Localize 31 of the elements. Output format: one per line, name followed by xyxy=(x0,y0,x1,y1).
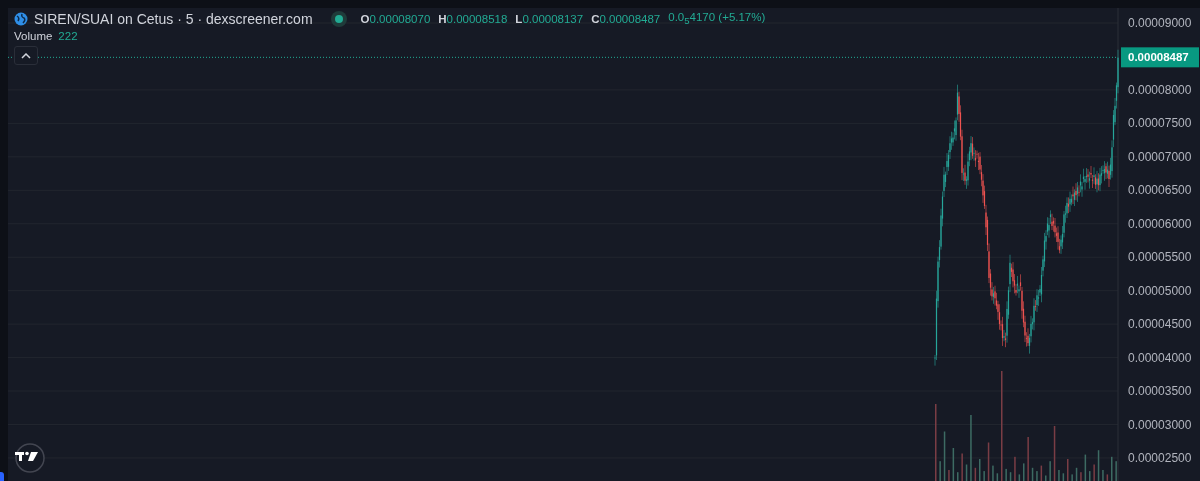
price-axis-label: 0.00007000 xyxy=(1128,149,1192,164)
volume-label: Volume xyxy=(14,30,53,42)
ohlc-key: O xyxy=(360,13,370,25)
price-axis-label: 0.00005000 xyxy=(1128,283,1192,298)
price-axis-label: 0.00006500 xyxy=(1128,183,1192,198)
globe-icon xyxy=(14,12,28,26)
market-status-indicator xyxy=(330,11,347,27)
price-axis-label: 0.00002500 xyxy=(1128,451,1192,465)
collapse-button[interactable] xyxy=(14,46,38,65)
price-axis-label: 0.00004500 xyxy=(1128,317,1192,332)
price-axis-label: 0.00006000 xyxy=(1128,216,1192,231)
price-change: 0.0$_{5}$4170 (+5.17%) xyxy=(668,11,766,27)
ohlc-value: 0.00008070 xyxy=(369,13,431,25)
price-axis-label: 0.00003500 xyxy=(1128,384,1192,399)
price-axis-label: 0.00008000 xyxy=(1128,82,1192,97)
price-axis-label: 0.00009000 xyxy=(1128,16,1192,30)
price-axis-label: 0.00005500 xyxy=(1128,250,1192,265)
ohlc-value: 0.00008487 xyxy=(599,13,661,25)
ohlc-key: H xyxy=(438,13,447,25)
chart-title: SIREN/SUAI on Cetus · 5 · dexscreener.com xyxy=(34,11,313,27)
volume-value: 222 xyxy=(58,30,78,42)
price-axis-label: 0.00003000 xyxy=(1128,417,1192,432)
caret-icon xyxy=(21,52,31,59)
ohlc-key: C xyxy=(591,13,600,25)
last-price-label: 0.00008487 xyxy=(1128,51,1189,64)
side-marker xyxy=(0,472,4,481)
ohlc-key: L xyxy=(515,13,523,25)
price-axis-label: 0.00004000 xyxy=(1128,350,1192,365)
ohlc-value: 0.00008518 xyxy=(446,13,508,25)
ohlc-value: 0.00008137 xyxy=(522,13,584,25)
price-axis-label: 0.00007500 xyxy=(1128,116,1192,131)
